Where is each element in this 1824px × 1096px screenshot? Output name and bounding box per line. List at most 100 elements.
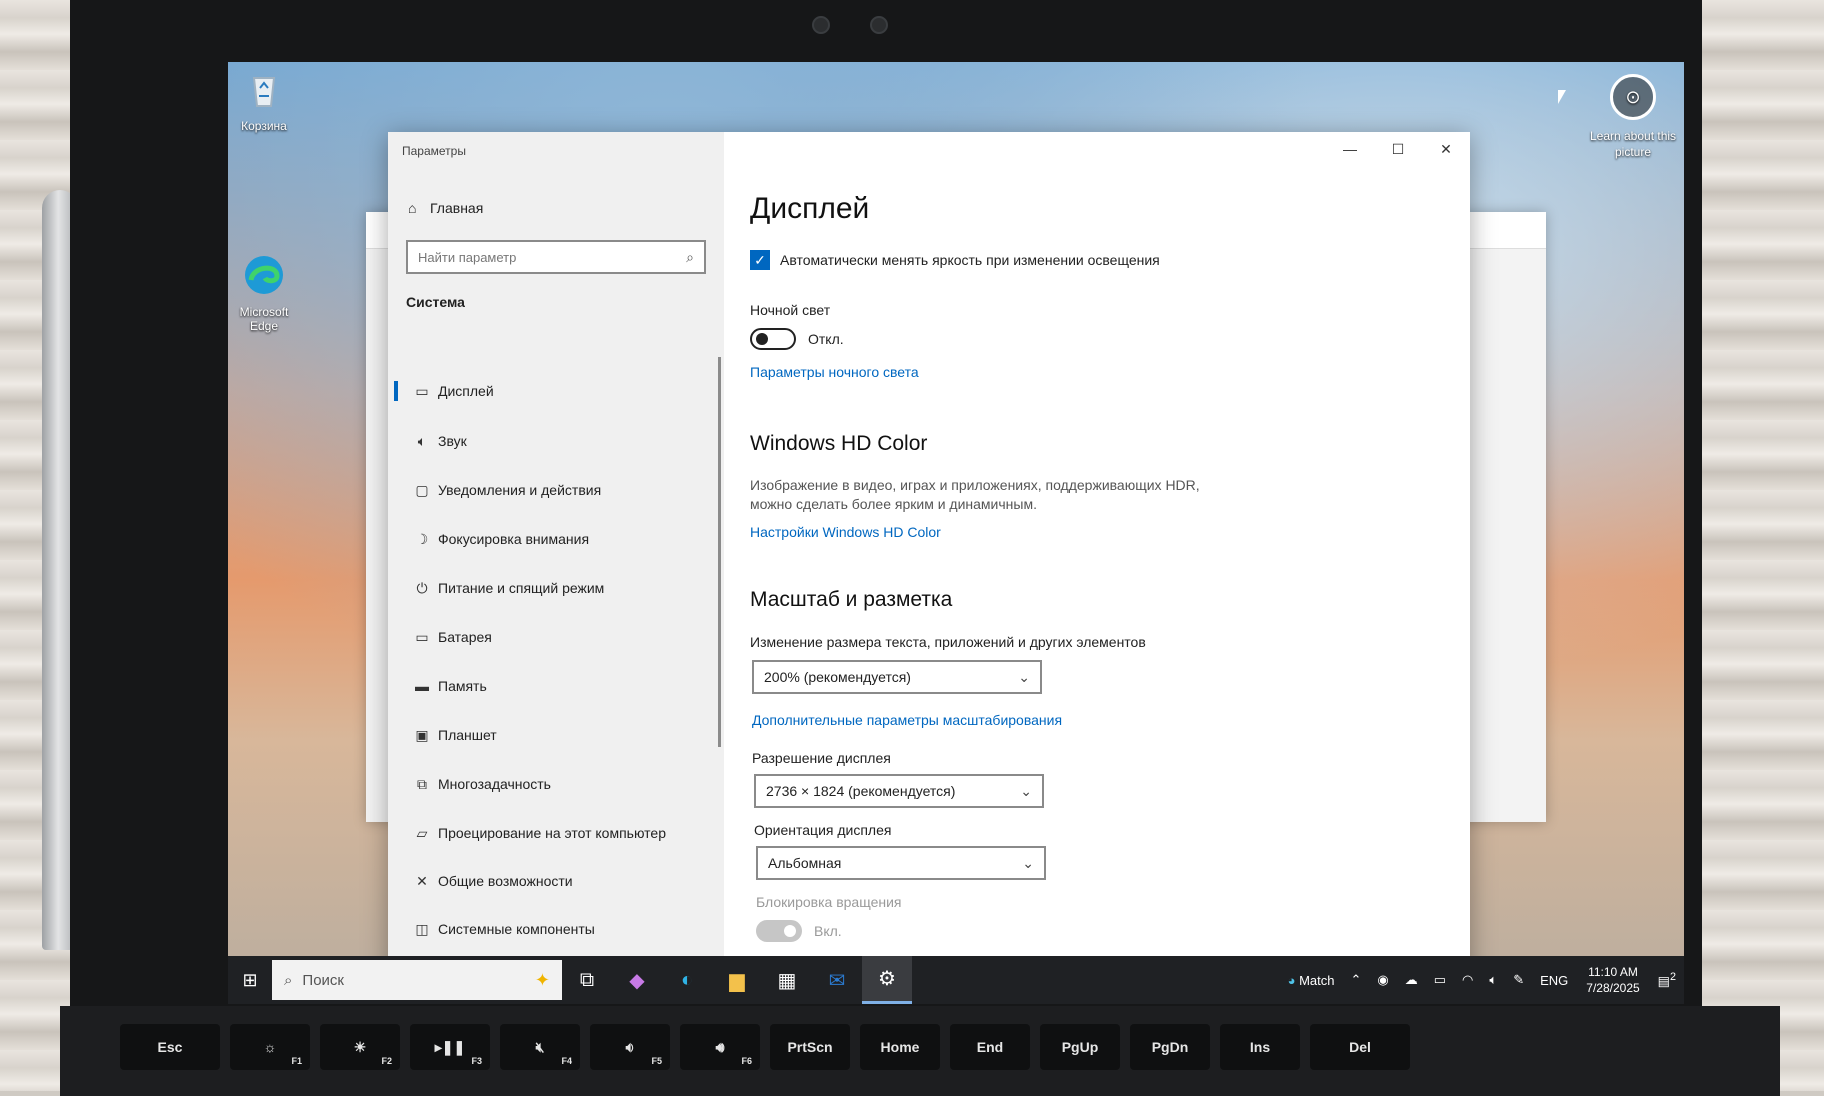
speaker-icon: 🔈︎ xyxy=(417,432,427,449)
hdr-settings-link[interactable]: Настройки Windows HD Color xyxy=(750,524,941,540)
search-icon: ⌕ xyxy=(284,971,293,989)
night-light-toggle[interactable] xyxy=(750,328,796,350)
edge-icon xyxy=(245,256,283,294)
orientation-dropdown[interactable]: Альбомная ⌄ xyxy=(756,846,1046,880)
resolution-label: Разрешение дисплея xyxy=(752,750,891,766)
resolution-dropdown[interactable]: 2736 × 1824 (рекомендуется) ⌄ xyxy=(754,774,1044,808)
key-esc: Esc xyxy=(120,1024,220,1070)
scale-heading: Масштаб и разметка xyxy=(750,588,953,611)
rotation-lock-toggle[interactable] xyxy=(756,920,802,942)
match-widget[interactable]: ◕ Match xyxy=(1280,973,1343,988)
outlook-icon[interactable]: ✉ xyxy=(812,956,862,1004)
sidebar-item-label: Общие возможности xyxy=(438,873,573,889)
chevron-down-icon: ⌄ xyxy=(1018,668,1030,685)
key-f2: ☀ F2 xyxy=(320,1024,400,1070)
sidebar-item-power[interactable]: ⏻ Питание и спящий режим xyxy=(406,569,706,607)
sidebar-item-components[interactable]: ◫ Системные компоненты xyxy=(406,910,706,948)
taskbar-search-input[interactable]: ⌕ Поиск ✦ xyxy=(272,960,562,1000)
rotation-lock-label: Блокировка вращения xyxy=(756,894,902,910)
monitor-icon: ▭ xyxy=(415,382,429,399)
settings-taskbar-icon[interactable]: ⚙ xyxy=(862,956,912,1004)
wifi-icon[interactable]: ◠ xyxy=(1454,972,1481,988)
key-f5: 🔉︎ F5 xyxy=(590,1024,670,1070)
storage-icon: ▬ xyxy=(415,678,429,694)
auto-brightness-label: Автоматически менять яркость при изменен… xyxy=(780,252,1160,268)
meet-icon[interactable]: ◉ xyxy=(1369,972,1396,988)
notification-center-icon[interactable]: ▤2 xyxy=(1650,971,1684,989)
sidebar-item-battery[interactable]: ▭ Батарея xyxy=(406,618,706,656)
clock[interactable]: 11:10 AM 7/28/2025 xyxy=(1576,964,1649,996)
language-indicator[interactable]: ENG xyxy=(1532,973,1576,988)
chevron-down-icon: ⌄ xyxy=(1020,782,1032,799)
battery-tray-icon[interactable]: ▭ xyxy=(1426,972,1454,988)
sidebar-item-label: Многозадачность xyxy=(438,776,551,792)
resolution-value: 2736 × 1824 (рекомендуется) xyxy=(766,783,956,799)
recycle-bin-shortcut[interactable]: Корзина xyxy=(228,68,304,133)
edge-taskbar-icon[interactable]: ◐ xyxy=(662,956,712,1004)
rotation-lock-toggle-row: Вкл. xyxy=(756,920,842,942)
scale-dropdown[interactable]: 200% (рекомендуется) ⌄ xyxy=(752,660,1042,694)
rotation-lock-state: Вкл. xyxy=(814,923,842,939)
home-icon: ⌂ xyxy=(408,200,417,216)
camera-icon xyxy=(870,16,888,34)
task-view-icon[interactable]: ⧉ xyxy=(562,956,612,1004)
key-f4: 🔇︎ F4 xyxy=(500,1024,580,1070)
tablet-icon: ▣ xyxy=(415,726,429,743)
sidebar-item-label: Системные компоненты xyxy=(438,921,595,937)
learn-about-picture[interactable]: ⊙ Learn about this picture xyxy=(1583,74,1683,160)
chevron-up-icon[interactable]: ⌃ xyxy=(1343,972,1370,988)
sidebar-item-tablet[interactable]: ▣ Планшет xyxy=(406,716,706,754)
edge-shortcut[interactable]: Microsoft Edge xyxy=(228,254,304,333)
page-title: Дисплей xyxy=(750,192,870,225)
recycle-bin-label: Корзина xyxy=(241,119,287,133)
sparkle-icon: ✦ xyxy=(534,969,550,990)
search-icon: ⌕ xyxy=(686,248,694,265)
search-placeholder: Найти параметр xyxy=(418,249,517,265)
globe-icon: ◕ xyxy=(1287,972,1296,988)
settings-window: Параметры ⌂ Главная Найти параметр ⌕ Сис… xyxy=(388,132,1470,996)
home-label: Главная xyxy=(430,200,484,216)
night-light-settings-link[interactable]: Параметры ночного света xyxy=(750,364,919,380)
edge-label: Microsoft Edge xyxy=(239,305,289,333)
camera-lens-icon: ⊙ xyxy=(1610,74,1656,120)
advanced-scaling-link[interactable]: Дополнительные параметры масштабирования xyxy=(752,712,1062,728)
sidebar-item-sound[interactable]: 🔈︎ Звук xyxy=(406,422,706,460)
match-label: Match xyxy=(1299,972,1335,988)
key-f6: 🔊︎ F6 xyxy=(680,1024,760,1070)
sidebar-item-focus[interactable]: ☽ Фокусировка внимания xyxy=(406,520,706,558)
volume-icon[interactable]: 🔈︎ xyxy=(1481,972,1505,988)
windows-start-button[interactable]: ⊞ xyxy=(228,956,272,1004)
power-icon: ⏻ xyxy=(416,579,428,596)
key-pgup: PgUp xyxy=(1040,1024,1120,1070)
sidebar-home[interactable]: ⌂ Главная xyxy=(408,200,483,216)
keyboard: Esc ☼ F1 ☀ F2 ▸❚❚ F3 🔇︎ F4 🔉︎ F5 🔊︎ F6 PrtScn … xyxy=(60,1006,1780,1096)
sidebar-item-display[interactable]: ▭ Дисплей xyxy=(394,372,706,410)
auto-brightness-option[interactable]: ✓ Автоматически менять яркость при измен… xyxy=(750,250,1160,270)
onedrive-icon[interactable]: ☁ xyxy=(1397,972,1426,988)
clock-date: 7/28/2025 xyxy=(1586,981,1640,995)
sidebar-item-storage[interactable]: ▬ Память xyxy=(406,667,706,705)
toggle-knob xyxy=(756,333,768,345)
sidebar-item-projecting[interactable]: ▱ Проецирование на этот компьютер xyxy=(406,814,706,852)
notification-count: 2 xyxy=(1669,970,1676,983)
sidebar-item-multitasking[interactable]: ⧉ Многозадачность xyxy=(406,765,706,803)
mouse-cursor-icon xyxy=(1558,90,1566,104)
file-explorer-icon[interactable]: ▆ xyxy=(712,956,762,1004)
sidebar-item-label: Звук xyxy=(438,433,467,449)
pen-icon[interactable]: ✎ xyxy=(1505,972,1532,988)
settings-search-input[interactable]: Найти параметр ⌕ xyxy=(406,240,706,274)
sidebar-item-notifications[interactable]: ▢ Уведомления и действия xyxy=(406,471,706,509)
checkmark-icon[interactable]: ✓ xyxy=(750,250,770,270)
moon-icon: ☽ xyxy=(415,530,429,547)
sidebar-item-shared[interactable]: ✕ Общие возможности xyxy=(406,862,706,900)
shared-icon: ✕ xyxy=(416,872,428,889)
battery-icon: ▭ xyxy=(415,628,429,645)
copilot-icon[interactable]: ◆ xyxy=(612,956,662,1004)
key-f3: ▸❚❚ F3 xyxy=(410,1024,490,1070)
project-icon: ▱ xyxy=(416,824,428,841)
sidebar-item-label: Уведомления и действия xyxy=(438,482,602,498)
hdr-heading: Windows HD Color xyxy=(750,432,928,455)
store-icon[interactable]: ▦ xyxy=(762,956,812,1004)
recycle-bin-icon xyxy=(252,77,276,107)
sidebar-scrollbar[interactable] xyxy=(718,357,721,747)
